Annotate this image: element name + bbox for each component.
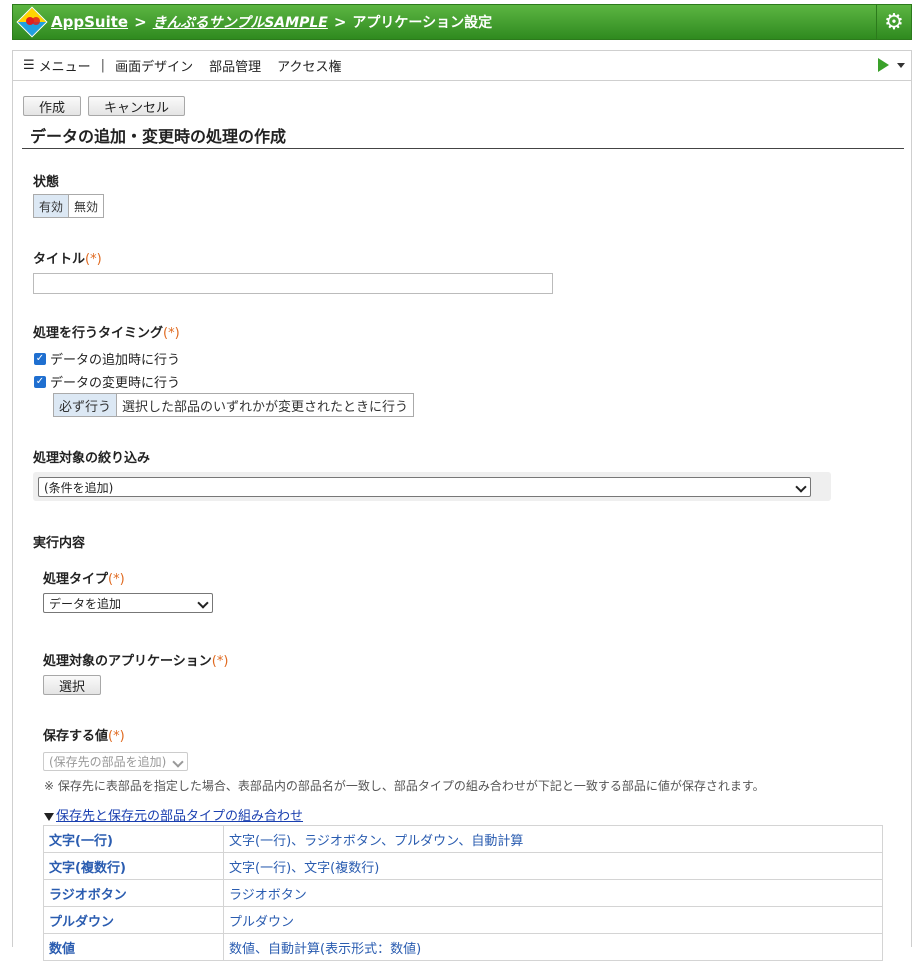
create-button[interactable]: 作成 (23, 96, 81, 116)
chevron-down-icon[interactable] (897, 63, 905, 68)
combo-dest-type: 数値 (43, 933, 224, 961)
required-mark: (*) (108, 572, 125, 587)
timing-on-change-label: データの変更時に行う (50, 376, 181, 391)
process-type-value: データを追加 (49, 596, 122, 611)
required-mark: (*) (85, 252, 102, 267)
play-icon[interactable] (878, 58, 889, 72)
filter-label: 処理対象の絞り込み (33, 451, 151, 466)
process-type-label-text: 処理タイプ (43, 572, 109, 587)
required-mark: (*) (108, 729, 125, 744)
status-disabled-option[interactable]: 無効 (69, 194, 105, 218)
target-app-label-text: 処理対象のアプリケーション (43, 654, 212, 669)
combo-source-types: ラジオボタン (223, 879, 883, 907)
table-row: 文字(複数行) 文字(一行)、文字(複数行) (43, 852, 883, 880)
cancel-button[interactable]: キャンセル (88, 96, 185, 116)
menu-link-access-rights[interactable]: アクセス権 (277, 56, 341, 75)
table-row: ラジオボタン ラジオボタン (43, 879, 883, 907)
timing-on-change-checkbox[interactable]: ✓ データの変更時に行う (34, 372, 180, 391)
status-toggle: 有効 無効 (33, 194, 105, 218)
menu-divider: | (100, 58, 106, 73)
combo-toggle-link[interactable]: 保存先と保存元の部品タイプの組み合わせ (44, 805, 303, 824)
timing-on-add-checkbox[interactable]: ✓ データの追加時に行う (34, 349, 180, 368)
combo-dest-type: 文字(複数行) (43, 852, 224, 880)
change-condition-toggle: 必ず行う 選択した部品のいずれかが変更されたときに行う (53, 393, 415, 417)
process-type-select[interactable]: データを追加 (43, 593, 213, 613)
menu-link-screen-design[interactable]: 画面デザイン (115, 56, 193, 75)
status-label: 状態 (33, 175, 60, 190)
save-target-select-value: (保存先の部品を追加) (49, 755, 167, 769)
part-type-combo-table: 文字(一行) 文字(一行)、ラジオボタン、プルダウン、自動計算 文字(複数行) … (43, 825, 883, 961)
change-always-option[interactable]: 必ず行う (53, 393, 118, 417)
menu-bar: ☰ メニュー | 画面デザイン 部品管理 アクセス権 (12, 50, 912, 81)
select-app-button[interactable]: 選択 (43, 675, 101, 695)
checkbox-checked-icon[interactable]: ✓ (34, 352, 46, 365)
change-selected-parts-option[interactable]: 選択した部品のいずれかが変更されたときに行う (117, 393, 415, 417)
breadcrumb-separator: > (333, 13, 347, 31)
menu-button[interactable]: メニュー (39, 56, 91, 75)
breadcrumb-separator: > (134, 13, 147, 31)
filter-select-value: (条件を追加) (44, 480, 114, 495)
checkbox-checked-icon[interactable]: ✓ (34, 375, 46, 388)
save-target-part-select[interactable]: (保存先の部品を追加) (43, 752, 188, 771)
chevron-down-icon (197, 597, 209, 609)
timing-on-add-label: データの追加時に行う (50, 353, 181, 368)
target-app-field-label: 処理対象のアプリケーション(*) (43, 650, 228, 669)
timing-label-text: 処理を行うタイミング (33, 326, 164, 341)
combo-dest-type: プルダウン (43, 906, 224, 934)
required-mark: (*) (163, 326, 180, 341)
chevron-down-icon (795, 481, 807, 493)
table-row: 文字(一行) 文字(一行)、ラジオボタン、プルダウン、自動計算 (43, 825, 883, 853)
combo-source-types: プルダウン (223, 906, 883, 934)
title-field-label: タイトル(*) (33, 248, 102, 267)
combo-source-types: 数値、自動計算(表示形式：数値) (223, 933, 883, 961)
table-row: 数値 数値、自動計算(表示形式：数値) (43, 933, 883, 961)
app-header-bar: AppSuite > きんぷるサンプルSAMPLE > アプリケーション設定 ⚙ (12, 4, 912, 40)
execution-label: 実行内容 (33, 536, 86, 551)
settings-gear-icon[interactable]: ⚙ (876, 5, 911, 39)
page-title: データの追加・変更時の処理の作成 (30, 127, 287, 146)
status-enabled-option[interactable]: 有効 (33, 194, 70, 218)
triangle-down-icon (44, 812, 54, 821)
current-page-title: アプリケーション設定 (352, 15, 493, 31)
chevron-down-icon (172, 755, 184, 768)
required-mark: (*) (211, 654, 229, 669)
timing-field-label: 処理を行うタイミング(*) (33, 322, 180, 341)
save-values-note: ※ 保存先に表部品を指定した場合、表部品内の部品名が一致し、部品タイプの組み合わ… (44, 779, 765, 793)
combo-link-text[interactable]: 保存先と保存元の部品タイプの組み合わせ (56, 809, 303, 824)
combo-dest-type: ラジオボタン (43, 879, 224, 907)
save-values-label-text: 保存する値 (43, 729, 109, 744)
process-type-field-label: 処理タイプ(*) (43, 568, 125, 587)
combo-source-types: 文字(一行)、文字(複数行) (223, 852, 883, 880)
list-menu-icon[interactable]: ☰ (23, 58, 35, 73)
combo-dest-type: 文字(一行) (43, 825, 224, 853)
app-title-link[interactable]: きんぷるサンプルSAMPLE (153, 12, 328, 32)
title-divider (22, 148, 904, 149)
combo-source-types: 文字(一行)、ラジオボタン、プルダウン、自動計算 (223, 825, 883, 853)
appsuite-link[interactable]: AppSuite (51, 13, 128, 31)
save-values-field-label: 保存する値(*) (43, 725, 125, 744)
title-input[interactable] (33, 273, 553, 294)
menu-link-parts-management[interactable]: 部品管理 (209, 56, 261, 75)
appsuite-logo-icon[interactable] (16, 6, 48, 38)
table-row: プルダウン プルダウン (43, 906, 883, 934)
title-label-text: タイトル (33, 252, 86, 267)
filter-condition-select[interactable]: (条件を追加) (38, 477, 811, 497)
